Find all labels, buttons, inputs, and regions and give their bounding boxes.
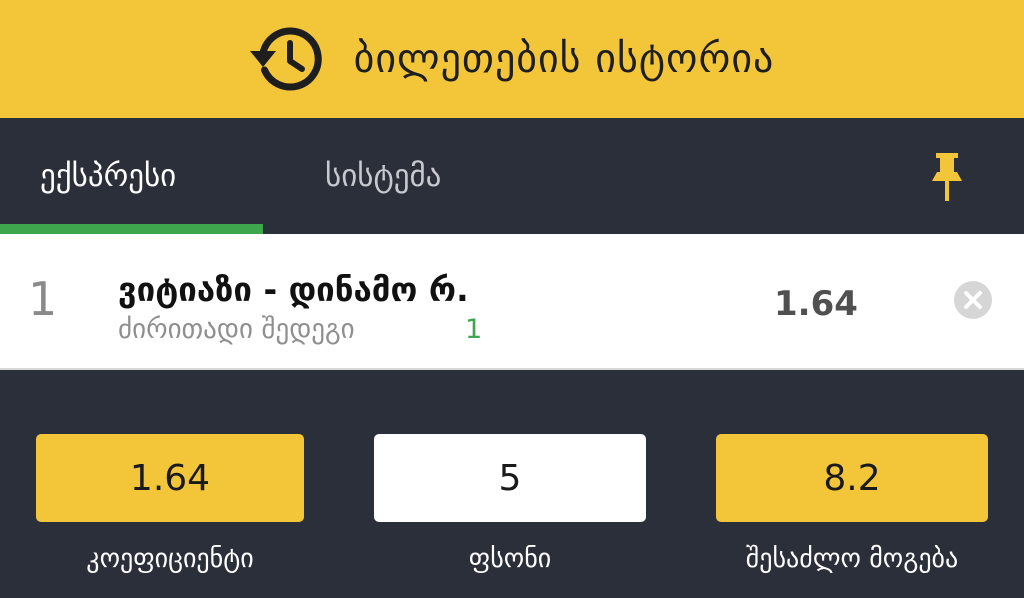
stake-value[interactable]: 5 [374, 434, 646, 522]
tab-express[interactable]: ექსპრესი [40, 118, 176, 234]
header-content: ბილეთების ისტორია [249, 21, 775, 97]
stake-label: ფსონი [468, 544, 552, 574]
history-icon [249, 27, 322, 91]
possible-win-label: შესაძლო მოგება [745, 544, 959, 574]
bet-index: 1 [28, 272, 58, 326]
bet-summary: 1.64 5 8.2 კოეფიციენტი ფსონი შესაძლო მოგ… [0, 372, 1024, 598]
page-title: ბილეთების ისტორია [353, 36, 775, 82]
bet-odd: 1.64 [774, 284, 858, 324]
bet-match-name: ვიტიაზი - დინამო რ. [118, 270, 469, 309]
coefficient-value: 1.64 [36, 434, 304, 522]
active-tab-indicator [0, 224, 263, 234]
tab-system[interactable]: სისტემა [325, 118, 441, 234]
pin-button[interactable] [918, 148, 976, 206]
pin-icon [932, 153, 962, 201]
coefficient-label: კოეფიციენტი [86, 544, 254, 574]
bet-selection: 1 [465, 314, 483, 345]
bet-type-tabs: ექსპრესი სისტემა [0, 118, 1024, 234]
close-circle-icon [954, 281, 992, 319]
app-header: ბილეთების ისტორია [0, 0, 1024, 118]
bet-row: 1 ვიტიაზი - დინამო რ. ძირითადი შედეგი 1 … [0, 234, 1024, 370]
bet-market: ძირითადი შედეგი [118, 314, 355, 345]
possible-win-value: 8.2 [716, 434, 988, 522]
remove-bet-button[interactable] [953, 280, 993, 320]
